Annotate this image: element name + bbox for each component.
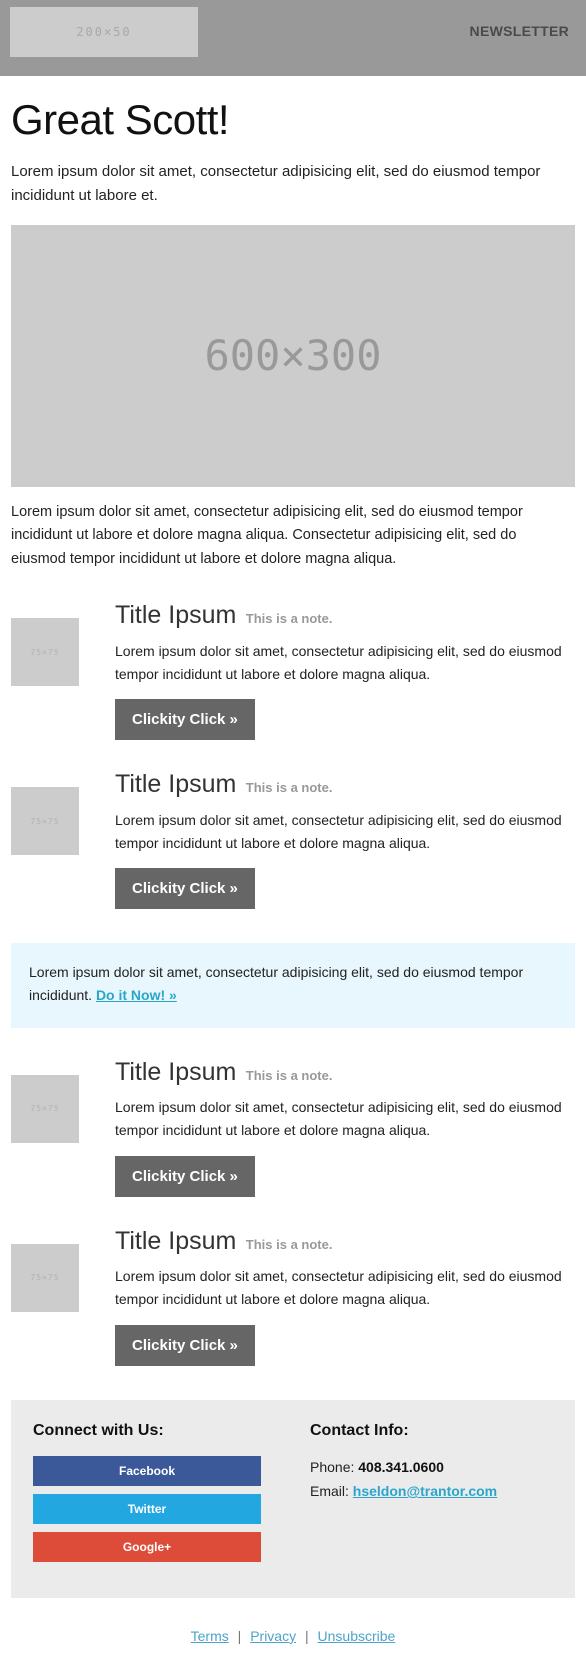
article-thumbnail-image: 75×75 [11, 1074, 79, 1143]
footer-contact-column: Contact Info: Phone: 408.341.0600 Email:… [276, 1422, 553, 1570]
article-thumbnail-image: 75×75 [11, 618, 79, 687]
footer-social-heading: Connect with Us: [33, 1421, 164, 1439]
article-heading: Title Ipsum This is a note. [115, 1227, 575, 1256]
contact-phone-label: Phone: [310, 1458, 355, 1475]
article-thumbnail-label: 75×75 [30, 1273, 60, 1283]
footer-contact-heading: Contact Info: [310, 1421, 409, 1439]
contact-email-label: Email: [310, 1483, 349, 1500]
contact-email-link[interactable]: hseldon@trantor.com [353, 1483, 497, 1499]
hero-body-text: Lorem ipsum dolor sit amet, consectetur … [11, 503, 523, 567]
facebook-button[interactable]: Facebook [33, 1455, 261, 1486]
article-heading: Title Ipsum This is a note. [115, 601, 575, 630]
legal-links: Terms | Privacy | Unsubscribe [0, 1598, 586, 1666]
hero-placeholder-label: 600×300 [204, 331, 382, 381]
article-thumbnail-label: 75×75 [30, 1104, 60, 1114]
article-thumbnail-label: 75×75 [30, 647, 60, 657]
contact-phone-value: 408.341.0600 [358, 1458, 444, 1475]
article-block: 75×75 Title Ipsum This is a note. Lorem … [11, 1058, 575, 1197]
article-title: Title Ipsum [115, 1226, 237, 1255]
terms-link[interactable]: Terms [188, 1628, 232, 1644]
clickity-click-button[interactable]: Clickity Click » [115, 1324, 255, 1366]
article-title: Title Ipsum [115, 1057, 237, 1086]
logo-placeholder-label: 200×50 [76, 25, 132, 39]
article-note: This is a note. [245, 1067, 333, 1083]
contact-email-line: Email: hseldon@trantor.com [310, 1480, 553, 1502]
article-note: This is a note. [245, 611, 333, 627]
hero-lede-text: Lorem ipsum dolor sit amet, consectetur … [11, 163, 541, 205]
logo-placeholder-image: 200×50 [10, 7, 198, 57]
article-title: Title Ipsum [115, 601, 237, 630]
article-block: 75×75 Title Ipsum This is a note. Lorem … [11, 770, 575, 910]
article-body: Title Ipsum This is a note. Lorem ipsum … [79, 601, 575, 741]
article-thumbnail-label: 75×75 [30, 816, 60, 826]
email-newsletter: 200×50 NEWSLETTER Great Scott! Lorem ips… [0, 0, 586, 1666]
clickity-click-button[interactable]: Clickity Click » [115, 868, 255, 910]
page-title: Great Scott! [11, 96, 230, 143]
article-body: Title Ipsum This is a note. Lorem ipsum … [79, 770, 575, 910]
footer-social-column: Connect with Us: Facebook Twitter Google… [33, 1422, 276, 1570]
callout-panel: Lorem ipsum dolor sit amet, consectetur … [11, 943, 575, 1028]
article-thumbnail-image: 75×75 [11, 787, 79, 856]
article-block: 75×75 Title Ipsum This is a note. Lorem … [11, 1227, 575, 1366]
email-content: Great Scott! Lorem ipsum dolor sit amet,… [0, 96, 586, 1598]
contact-phone-line: Phone: 408.341.0600 [310, 1456, 553, 1478]
email-header: 200×50 NEWSLETTER [0, 0, 586, 76]
article-text: Lorem ipsum dolor sit amet, consectetur … [115, 1268, 562, 1308]
article-title: Title Ipsum [115, 770, 237, 799]
article-thumbnail-image: 75×75 [11, 1243, 79, 1312]
header-title: NEWSLETTER [469, 23, 569, 39]
article-note: This is a note. [245, 1236, 333, 1252]
do-it-now-link[interactable]: Do it Now! » [96, 987, 177, 1003]
article-text: Lorem ipsum dolor sit amet, consectetur … [115, 1099, 562, 1138]
unsubscribe-link[interactable]: Unsubscribe [315, 1628, 399, 1644]
article-heading: Title Ipsum This is a note. [115, 770, 575, 799]
article-block: 75×75 Title Ipsum This is a note. Lorem … [11, 601, 575, 741]
clickity-click-button[interactable]: Clickity Click » [115, 1155, 255, 1197]
legal-separator: | [237, 1627, 242, 1644]
twitter-button[interactable]: Twitter [33, 1493, 261, 1524]
privacy-link[interactable]: Privacy [247, 1628, 299, 1644]
article-heading: Title Ipsum This is a note. [115, 1058, 575, 1087]
google-plus-button[interactable]: Google+ [33, 1531, 261, 1562]
clickity-click-button[interactable]: Clickity Click » [115, 699, 255, 741]
article-text: Lorem ipsum dolor sit amet, consectetur … [115, 642, 562, 682]
article-note: This is a note. [245, 780, 333, 796]
article-body: Title Ipsum This is a note. Lorem ipsum … [79, 1227, 575, 1366]
hero-placeholder-image: 600×300 [11, 224, 575, 487]
email-footer: Connect with Us: Facebook Twitter Google… [11, 1399, 575, 1598]
legal-separator: | [304, 1627, 309, 1644]
article-text: Lorem ipsum dolor sit amet, consectetur … [115, 811, 562, 851]
article-body: Title Ipsum This is a note. Lorem ipsum … [79, 1058, 575, 1197]
